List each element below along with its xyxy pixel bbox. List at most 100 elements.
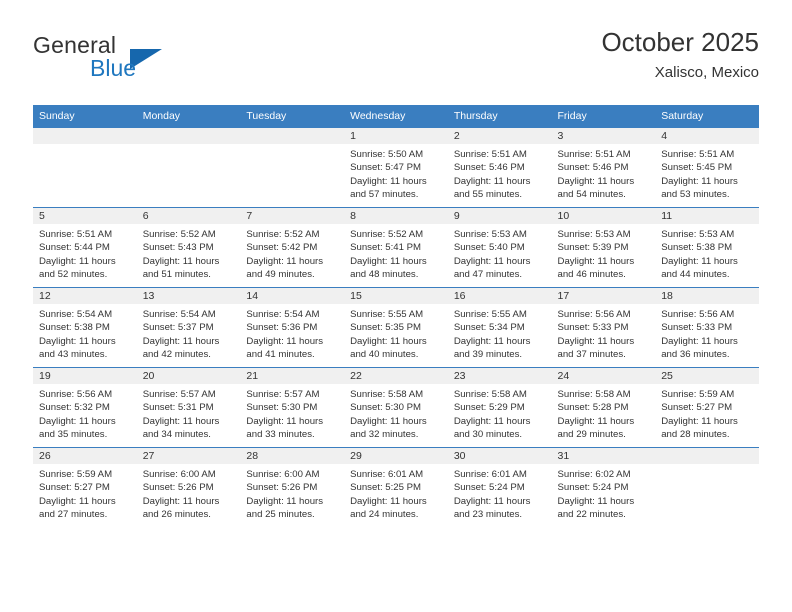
day-details: Sunrise: 5:51 AM Sunset: 5:44 PM Daylight:… xyxy=(33,224,137,282)
calendar-day-cell[interactable]: 18 Sunrise: 5:56 AM Sunset: 5:33 PM Dayligh… xyxy=(655,287,759,368)
sunrise-text: Sunrise: 6:00 AM xyxy=(246,469,320,480)
calendar-day-cell[interactable]: 1 Sunrise: 5:50 AM Sunset: 5:47 PM Daylight… xyxy=(344,127,448,208)
calendar-day-cell[interactable]: 12 Sunrise: 5:54 AM Sunset: 5:38 PM Dayligh… xyxy=(33,287,137,368)
daylight-text-line1: Daylight: 11 hours xyxy=(39,415,116,427)
title-block: October 2025 Xalisco, Mexico xyxy=(601,26,759,84)
sunrise-text: Sunrise: 5:58 AM xyxy=(350,389,424,400)
sunset-text: Sunset: 5:42 PM xyxy=(246,242,318,254)
calendar-day-cell[interactable]: 30 Sunrise: 6:01 AM Sunset: 5:24 PM Dayligh… xyxy=(447,447,552,527)
calendar-day-cell[interactable]: 29 Sunrise: 6:01 AM Sunset: 5:25 PM Dayligh… xyxy=(344,447,448,527)
day-number: 9 xyxy=(447,208,552,224)
day-number: 13 xyxy=(136,288,241,304)
daylight-text-line2: and 51 minutes. xyxy=(142,269,211,281)
sunset-text: Sunset: 5:33 PM xyxy=(557,322,629,334)
calendar-day-cell[interactable]: 21 Sunrise: 5:57 AM Sunset: 5:30 PM Dayligh… xyxy=(240,367,345,448)
sunrise-text: Sunrise: 5:55 AM xyxy=(350,309,424,320)
calendar-day-cell[interactable]: 22 Sunrise: 5:58 AM Sunset: 5:30 PM Dayligh… xyxy=(344,367,448,448)
calendar-day-cell[interactable]: 11 Sunrise: 5:53 AM Sunset: 5:38 PM Dayligh… xyxy=(655,207,759,288)
calendar-week-row: 1 Sunrise: 5:50 AM Sunset: 5:47 PM Daylight… xyxy=(33,127,759,208)
calendar-day-cell[interactable]: 2 Sunrise: 5:51 AM Sunset: 5:46 PM Daylight… xyxy=(447,127,552,208)
calendar-day-cell[interactable]: 28 Sunrise: 6:00 AM Sunset: 5:26 PM Dayligh… xyxy=(240,447,345,527)
daylight-text-line2: and 37 minutes. xyxy=(557,349,626,361)
weekday-header-tuesday: Tuesday xyxy=(240,105,345,128)
daylight-text-line2: and 53 minutes. xyxy=(661,189,730,201)
sunrise-text: Sunrise: 6:02 AM xyxy=(557,469,631,480)
weekday-header-thursday: Thursday xyxy=(447,105,552,128)
sunset-text: Sunset: 5:44 PM xyxy=(39,242,110,254)
calendar-day-cell[interactable]: 13 Sunrise: 5:54 AM Sunset: 5:37 PM Dayligh… xyxy=(136,287,241,368)
sunset-text: Sunset: 5:34 PM xyxy=(453,322,525,334)
calendar-day-cell[interactable]: 6 Sunrise: 5:52 AM Sunset: 5:43 PM Daylight… xyxy=(136,207,241,288)
calendar-day-cell[interactable]: 27 Sunrise: 6:00 AM Sunset: 5:26 PM Dayligh… xyxy=(136,447,241,527)
calendar-day-cell[interactable]: 9 Sunrise: 5:53 AM Sunset: 5:40 PM Daylight… xyxy=(447,207,552,288)
daylight-text-line1: Daylight: 11 hours xyxy=(246,255,324,267)
calendar-day-cell[interactable]: 15 Sunrise: 5:55 AM Sunset: 5:35 PM Dayligh… xyxy=(344,287,448,368)
sunrise-text: Sunrise: 5:54 AM xyxy=(246,309,320,320)
daylight-text-line1: Daylight: 11 hours xyxy=(39,495,116,507)
daylight-text-line2: and 49 minutes. xyxy=(246,269,315,281)
calendar-day-cell[interactable]: 20 Sunrise: 5:57 AM Sunset: 5:31 PM Dayligh… xyxy=(136,367,241,448)
day-number: 1 xyxy=(344,128,448,144)
sunset-text: Sunset: 5:47 PM xyxy=(350,162,422,174)
sunset-text: Sunset: 5:27 PM xyxy=(39,482,110,494)
daylight-text-line2: and 48 minutes. xyxy=(350,269,419,281)
brand-logo[interactable]: General Blue xyxy=(33,32,263,92)
daylight-text-line2: and 32 minutes. xyxy=(350,429,419,441)
sunrise-text: Sunrise: 5:51 AM xyxy=(661,149,735,160)
daylight-text-line2: and 27 minutes. xyxy=(39,509,108,521)
day-details: Sunrise: 5:55 AM Sunset: 5:34 PM Daylight:… xyxy=(448,304,552,362)
daylight-text-line2: and 30 minutes. xyxy=(453,429,523,441)
day-number: 7 xyxy=(240,208,345,224)
sunrise-text: Sunrise: 5:57 AM xyxy=(246,389,320,400)
day-details: Sunrise: 5:56 AM Sunset: 5:33 PM Daylight:… xyxy=(552,304,656,362)
calendar-day-cell[interactable]: 8 Sunrise: 5:52 AM Sunset: 5:41 PM Daylight… xyxy=(344,207,448,288)
sunset-text: Sunset: 5:38 PM xyxy=(661,242,733,254)
calendar-day-cell[interactable]: 17 Sunrise: 5:56 AM Sunset: 5:33 PM Dayligh… xyxy=(551,287,656,368)
calendar-day-cell[interactable]: 7 Sunrise: 5:52 AM Sunset: 5:42 PM Daylight… xyxy=(240,207,345,288)
calendar-day-cell[interactable]: 19 Sunrise: 5:56 AM Sunset: 5:32 PM Dayligh… xyxy=(33,367,137,448)
day-number: 20 xyxy=(136,368,241,384)
day-details: Sunrise: 5:52 AM Sunset: 5:42 PM Daylight:… xyxy=(240,224,344,282)
calendar-day-cell[interactable]: 16 Sunrise: 5:55 AM Sunset: 5:34 PM Dayligh… xyxy=(447,287,552,368)
sunrise-text: Sunrise: 5:52 AM xyxy=(142,229,216,240)
sunrise-text: Sunrise: 5:56 AM xyxy=(661,309,735,320)
calendar-day-cell[interactable]: 25 Sunrise: 5:59 AM Sunset: 5:27 PM Dayligh… xyxy=(655,367,759,448)
calendar-day-cell[interactable]: 14 Sunrise: 5:54 AM Sunset: 5:36 PM Dayligh… xyxy=(240,287,345,368)
day-number xyxy=(655,448,759,464)
calendar-day-cell[interactable]: 31 Sunrise: 6:02 AM Sunset: 5:24 PM Dayligh… xyxy=(551,447,656,527)
sunrise-text: Sunrise: 5:51 AM xyxy=(39,229,113,240)
sunrise-text: Sunrise: 5:56 AM xyxy=(557,309,631,320)
calendar-day-cell[interactable]: 23 Sunrise: 5:58 AM Sunset: 5:29 PM Dayligh… xyxy=(447,367,552,448)
daylight-text-line1: Daylight: 11 hours xyxy=(350,335,427,347)
day-number xyxy=(33,128,137,144)
day-number: 22 xyxy=(344,368,448,384)
day-details: Sunrise: 5:57 AM Sunset: 5:31 PM Daylight:… xyxy=(137,384,241,442)
calendar-day-cell[interactable]: 24 Sunrise: 5:58 AM Sunset: 5:28 PM Dayligh… xyxy=(551,367,656,448)
calendar-day-cell[interactable]: 26 Sunrise: 5:59 AM Sunset: 5:27 PM Dayligh… xyxy=(33,447,137,527)
daylight-text-line2: and 54 minutes. xyxy=(557,189,626,201)
sunrise-text: Sunrise: 5:58 AM xyxy=(557,389,631,400)
calendar-body: 1 Sunrise: 5:50 AM Sunset: 5:47 PM Daylight… xyxy=(33,127,759,527)
day-number: 23 xyxy=(447,368,552,384)
calendar-day-cell[interactable]: 4 Sunrise: 5:51 AM Sunset: 5:45 PM Daylight… xyxy=(655,127,759,208)
daylight-text-line1: Daylight: 11 hours xyxy=(557,175,635,187)
calendar-week-row: 19 Sunrise: 5:56 AM Sunset: 5:32 PM Dayligh… xyxy=(33,367,759,448)
sunset-text: Sunset: 5:41 PM xyxy=(350,242,422,254)
calendar-page: General Blue October 2025 Xalisco, Mexic… xyxy=(0,0,792,612)
daylight-text-line1: Daylight: 11 hours xyxy=(350,495,427,507)
calendar-day-cell[interactable]: 10 Sunrise: 5:53 AM Sunset: 5:39 PM Dayligh… xyxy=(551,207,656,288)
daylight-text-line1: Daylight: 11 hours xyxy=(453,495,531,507)
sunset-text: Sunset: 5:30 PM xyxy=(246,402,318,414)
calendar-week-row: 5 Sunrise: 5:51 AM Sunset: 5:44 PM Daylight… xyxy=(33,207,759,288)
day-number: 12 xyxy=(33,288,137,304)
sunset-text: Sunset: 5:26 PM xyxy=(142,482,214,494)
sunset-text: Sunset: 5:43 PM xyxy=(142,242,214,254)
sunrise-text: Sunrise: 5:51 AM xyxy=(453,149,527,160)
daylight-text-line1: Daylight: 11 hours xyxy=(39,255,116,267)
day-number: 10 xyxy=(551,208,656,224)
day-details: Sunrise: 5:54 AM Sunset: 5:36 PM Daylight:… xyxy=(240,304,344,362)
calendar-day-cell[interactable]: 3 Sunrise: 5:51 AM Sunset: 5:46 PM Daylight… xyxy=(551,127,656,208)
day-number: 25 xyxy=(655,368,759,384)
daylight-text-line1: Daylight: 11 hours xyxy=(453,415,531,427)
calendar-day-cell[interactable]: 5 Sunrise: 5:51 AM Sunset: 5:44 PM Daylight… xyxy=(33,207,137,288)
